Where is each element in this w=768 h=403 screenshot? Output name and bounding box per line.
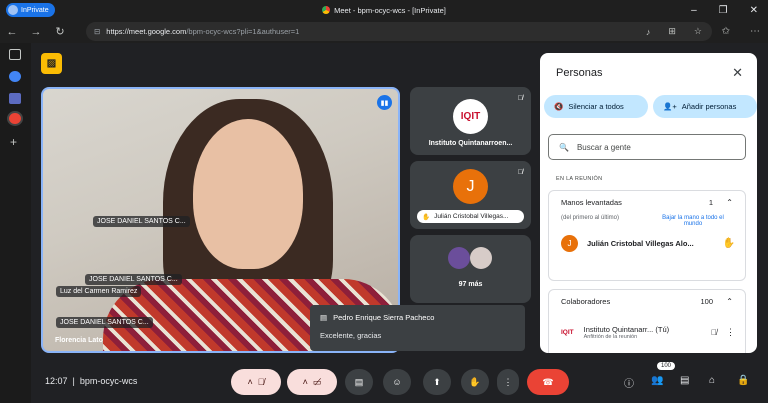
- raised-hands-header[interactable]: Manos levantadas 1 ⌃: [549, 191, 745, 213]
- meeting-code: bpm-ocyc-wcs: [79, 376, 138, 386]
- iqit-logo: IQIT: [453, 99, 488, 134]
- captions-button[interactable]: ▤: [345, 369, 373, 395]
- present-button[interactable]: ⬆: [423, 369, 451, 395]
- people-icon[interactable]: 👥: [651, 375, 663, 386]
- reload-button[interactable]: ↻: [48, 25, 72, 38]
- chevron-up-icon[interactable]: ⌃: [726, 198, 733, 207]
- browser-sidebar: +: [0, 43, 31, 403]
- more-options-button[interactable]: ⋮: [497, 369, 519, 395]
- hang-up-icon: ☎: [542, 376, 554, 387]
- meet-app: ▨ ▮▮ JOSE DANIEL SANTOS C... JOSE DANIEL…: [31, 43, 768, 403]
- chat-icon: ▤: [320, 313, 328, 322]
- add-people-button[interactable]: 👤+ Añadir personas: [653, 95, 757, 118]
- meeting-time: 12:07: [45, 376, 68, 386]
- present-icon: ⬆: [433, 376, 441, 387]
- reaction-name-label: Luz del Carmen Ramirez: [56, 286, 142, 297]
- section-label: EN LA REUNIÓN: [556, 176, 603, 182]
- control-bar: 12:07 | bpm-ocyc-wcs ˄ 🎙̸ ˄ ▭̸ ▤ ☺ ⬆ ✋ ⋮…: [31, 362, 768, 403]
- window-title: Meet - bpm-ocyc-wcs - [InPrivate]: [0, 6, 768, 15]
- search-icon: 🔍: [559, 142, 569, 152]
- speaker-name: Florencia Lato: [55, 337, 103, 344]
- participant-tile-iqit[interactable]: IQIT 🎙̸ Instituto Quintanarroen...: [410, 87, 531, 155]
- participant-tile-julian[interactable]: J 🎙̸ ✋ Julián Cristobal Villegas...: [410, 161, 531, 229]
- more-options-icon[interactable]: ⋮: [726, 327, 735, 338]
- chat-notification[interactable]: ▤ Pedro Enrique Sierra Pacheco Excelente,…: [310, 305, 525, 351]
- emoji-icon: ☺: [392, 377, 402, 387]
- mic-off-icon: 🎙̸: [517, 95, 523, 102]
- mic-off-icon: 🎙̸: [517, 169, 523, 176]
- camera-button[interactable]: ˄ ▭̸: [287, 369, 337, 395]
- restore-button[interactable]: ❐: [719, 5, 728, 16]
- more-options-icon: ⋮: [503, 376, 513, 387]
- add-person-icon: 👤+: [663, 102, 677, 111]
- captions-off-icon[interactable]: ▨: [41, 53, 62, 74]
- raised-hand-chip: ✋ Julián Cristobal Villegas...: [417, 210, 524, 223]
- address-toolbar: ← → ↻ ⊟ https://meet.google.com/bpm-ocyc…: [0, 20, 768, 43]
- meet-tab-icon[interactable]: [9, 113, 21, 124]
- info-icon[interactable]: ⓘ: [624, 375, 634, 390]
- hand-icon: ✋: [469, 376, 481, 387]
- lower-all-hands-link[interactable]: Bajar la mano a todo el mundo: [653, 215, 733, 227]
- chevron-up-icon[interactable]: ⌃: [726, 297, 733, 306]
- extension-icon[interactable]: [9, 71, 21, 82]
- emoji-button[interactable]: ☺: [383, 369, 411, 395]
- more-count: 97 más: [458, 281, 483, 288]
- raise-hand-button[interactable]: ✋: [461, 369, 489, 395]
- tile-name: Instituto Quintanarroen...: [428, 140, 513, 147]
- avatar: J: [561, 234, 578, 252]
- mute-all-button[interactable]: 🔇 Silenciar a todos: [544, 95, 648, 118]
- host-controls-icon[interactable]: 🔒: [737, 375, 749, 386]
- collaborators-header[interactable]: Colaboradores 100 ⌃: [549, 290, 745, 312]
- close-icon[interactable]: ✕: [732, 65, 743, 81]
- more-participants-tile[interactable]: 97 más: [410, 235, 531, 303]
- bookmark-star-icon[interactable]: ☆: [694, 26, 702, 37]
- participant-face: [193, 119, 303, 269]
- microphone-icon[interactable]: ♪: [646, 27, 651, 37]
- close-window-button[interactable]: ✕: [750, 5, 758, 16]
- panel-title: Personas: [556, 67, 603, 79]
- raised-hands-group: Manos levantadas 1 ⌃ (del primero al últim…: [548, 190, 746, 281]
- forward-button[interactable]: →: [24, 26, 48, 38]
- site-info-icon[interactable]: ⊟: [94, 27, 100, 36]
- chat-icon[interactable]: ▤: [680, 375, 689, 386]
- activities-icon[interactable]: ⌂: [709, 375, 715, 386]
- minimize-button[interactable]: –: [691, 5, 697, 16]
- camera-off-icon: ˄ ▭̸: [302, 376, 322, 387]
- captions-icon: ▤: [354, 376, 364, 387]
- tabs-icon[interactable]: [9, 49, 21, 60]
- chrome-icon: [322, 6, 331, 14]
- search-input[interactable]: 🔍 Buscar a gente: [548, 134, 746, 160]
- leave-call-button[interactable]: ☎: [527, 369, 569, 395]
- title-bar: InPrivate Meet - bpm-ocyc-wcs - [InPriva…: [0, 0, 768, 20]
- reaction-name-label: JOSE DANIEL SANTOS C...: [85, 274, 182, 285]
- collaborators-group: Colaboradores 100 ⌃ IQIT Instituto Quintan…: [548, 289, 746, 353]
- reaction-name-label: JOSE DANIEL SANTOS C...: [93, 216, 190, 227]
- add-tab-icon[interactable]: +: [10, 135, 17, 149]
- speaking-indicator-icon: ▮▮: [377, 95, 392, 110]
- reaction-name-label: JOSE DANIEL SANTOS C...: [56, 317, 153, 328]
- mic-off-icon: ˄ 🎙̸: [247, 377, 265, 387]
- back-button[interactable]: ←: [0, 26, 24, 38]
- people-panel: Personas ✕ 🔇 Silenciar a todos 👤+ Añadir p…: [540, 53, 757, 353]
- iqit-logo: IQIT: [561, 328, 574, 336]
- teams-icon[interactable]: [9, 93, 21, 104]
- app-available-icon[interactable]: ⊞: [668, 26, 676, 37]
- microphone-button[interactable]: ˄ 🎙̸: [231, 369, 281, 395]
- avatar: J: [453, 169, 488, 204]
- favorites-icon[interactable]: ✩: [722, 26, 730, 37]
- hand-icon[interactable]: ✋: [723, 238, 735, 249]
- participant-count-badge: 100: [657, 362, 676, 370]
- address-field[interactable]: ⊟ https://meet.google.com/bpm-ocyc-wcs?p…: [86, 22, 712, 41]
- chat-message: Excelente, gracias: [320, 331, 382, 340]
- avatar: [470, 247, 492, 269]
- hand-icon: ✋: [422, 213, 431, 221]
- mic-off-icon[interactable]: 🎙̸: [711, 328, 717, 337]
- list-item[interactable]: IQIT Instituto Quintanarr... (Tú) Anfitri…: [549, 318, 745, 346]
- more-menu-icon[interactable]: ⋯: [750, 26, 760, 37]
- mute-icon: 🔇: [554, 102, 564, 111]
- list-item[interactable]: J Julián Cristobal Villegas Alo... ✋: [549, 229, 745, 257]
- avatar: [448, 247, 470, 269]
